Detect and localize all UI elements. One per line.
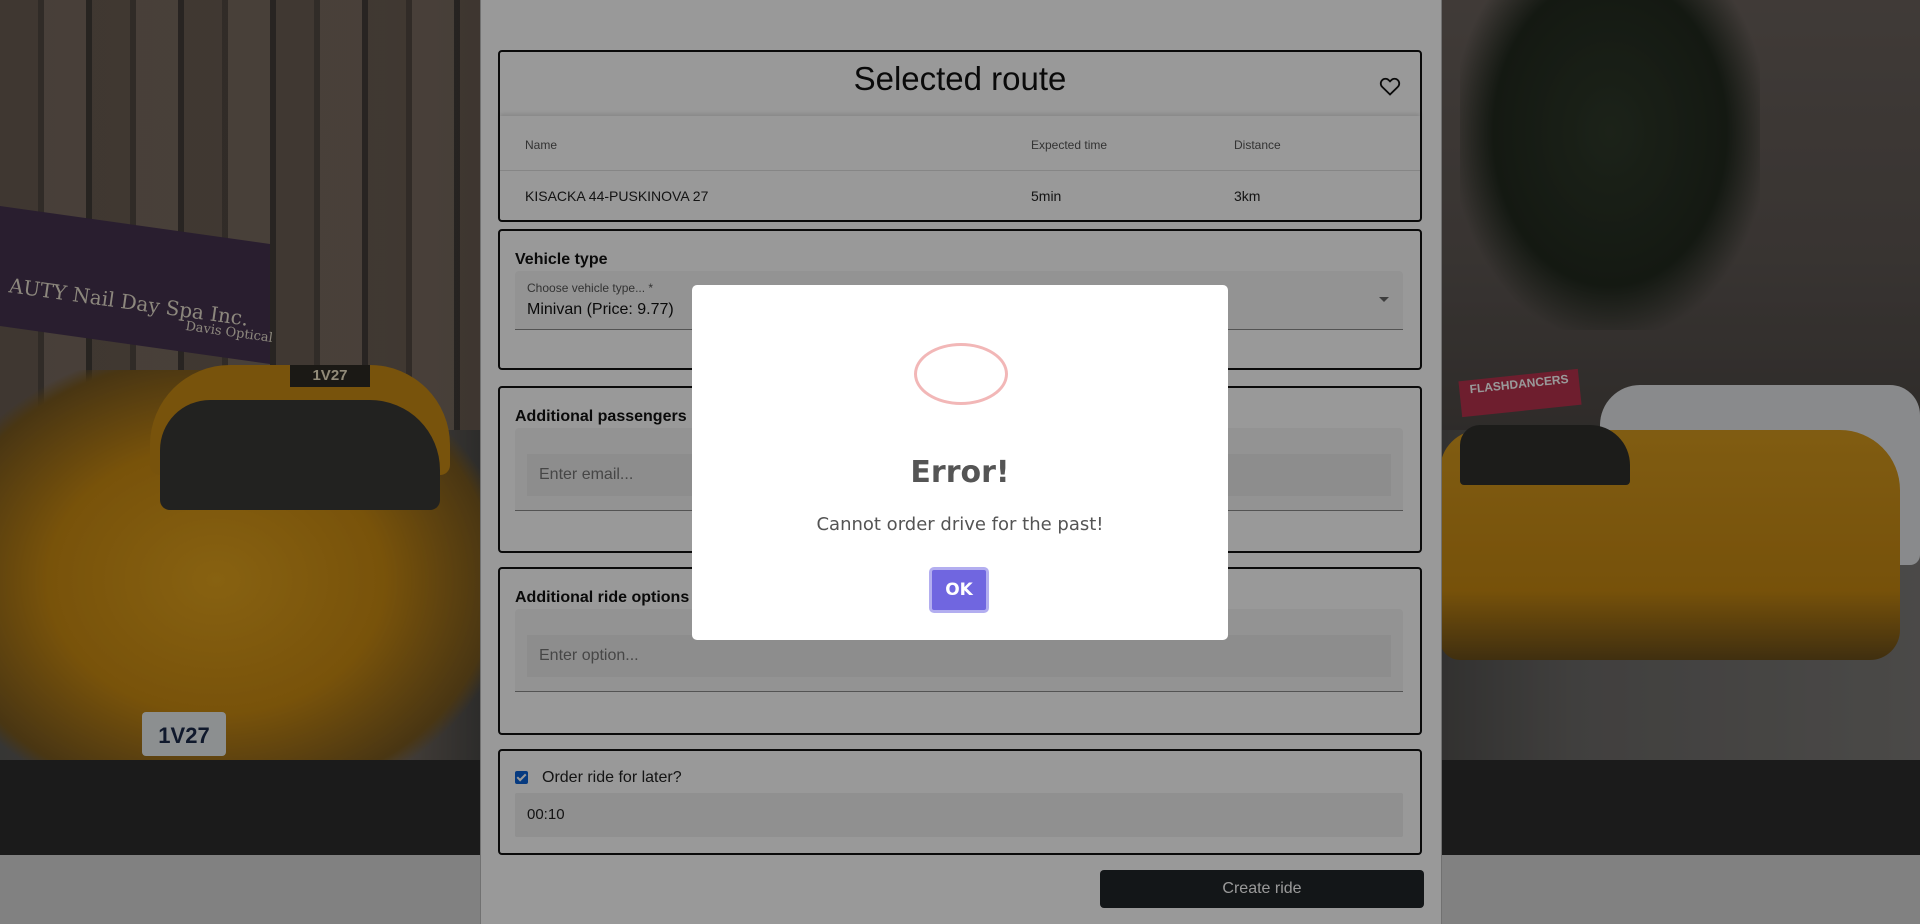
dialog-title: Error! bbox=[910, 455, 1010, 490]
error-icon bbox=[914, 343, 1008, 405]
dialog-message: Cannot order drive for the past! bbox=[816, 514, 1104, 535]
error-dialog: Error! Cannot order drive for the past! … bbox=[692, 285, 1228, 640]
ok-button[interactable]: OK bbox=[929, 567, 989, 613]
